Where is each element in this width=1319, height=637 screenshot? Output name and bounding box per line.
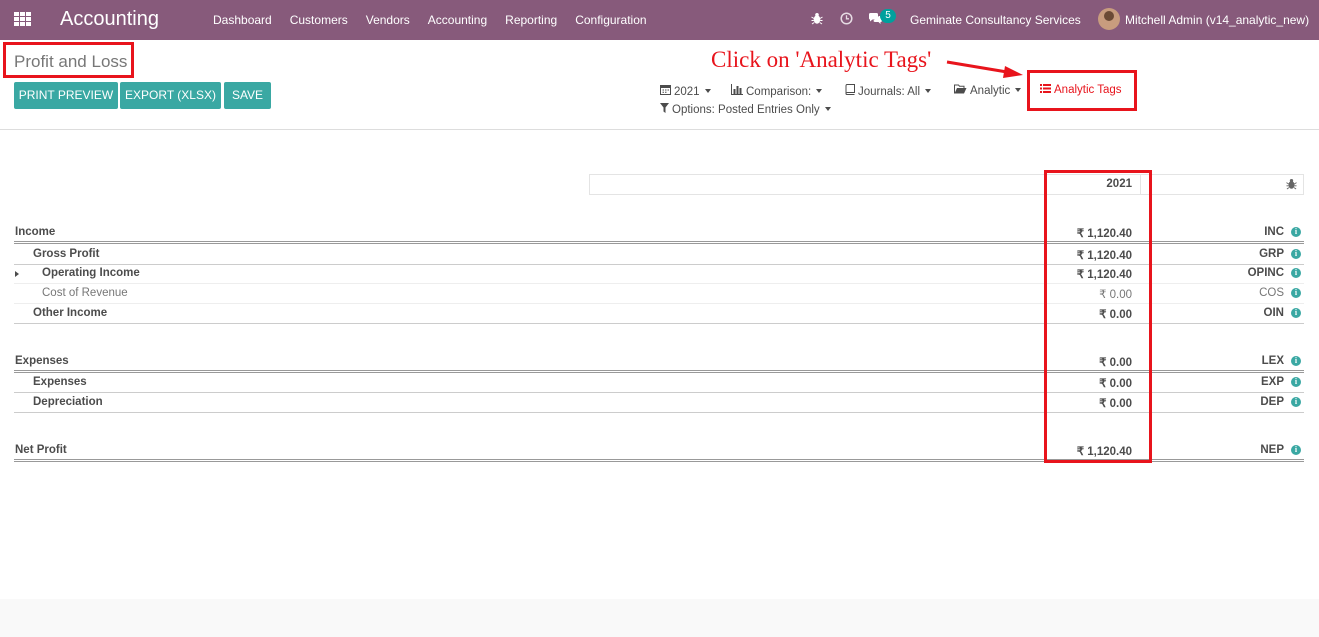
analytic-filter[interactable]: Analytic (954, 84, 1022, 99)
chevron-down-icon (925, 89, 932, 93)
folder-open-icon (954, 84, 967, 99)
main-menu: Dashboard Customers Vendors Accounting R… (204, 0, 656, 40)
row-label: Depreciation (33, 396, 103, 408)
filter-icon (660, 103, 669, 118)
date-filter[interactable]: 2021 (660, 84, 711, 100)
row-code: LEX (1261, 355, 1284, 367)
app-title[interactable]: Accounting (60, 8, 159, 31)
row-label: Operating Income (42, 267, 140, 279)
info-icon[interactable]: i (1291, 308, 1301, 318)
chevron-down-icon (824, 107, 831, 111)
menu-accounting[interactable]: Accounting (419, 0, 496, 40)
menu-configuration[interactable]: Configuration (566, 0, 655, 40)
chevron-down-icon (816, 89, 823, 93)
journals-filter-label: Journals: All (858, 86, 921, 98)
menu-vendors[interactable]: Vendors (357, 0, 419, 40)
options-filter-label: Options: Posted Entries Only (672, 104, 820, 116)
book-icon (845, 84, 855, 100)
info-icon[interactable]: i (1291, 445, 1301, 455)
row-label: Expenses (15, 355, 69, 367)
apps-menu-icon[interactable] (14, 12, 31, 26)
info-icon[interactable]: i (1291, 268, 1301, 278)
title-highlight-box (3, 42, 134, 78)
row-code: NEP (1260, 444, 1284, 456)
comparison-filter-label: Comparison: (746, 86, 812, 98)
row-label: Cost of Revenue (42, 287, 128, 299)
menu-dashboard[interactable]: Dashboard (204, 0, 281, 40)
info-icon[interactable]: i (1291, 356, 1301, 366)
footer-band (0, 599, 1319, 637)
period-column-highlight-box (1044, 170, 1152, 463)
options-filter[interactable]: Options: Posted Entries Only (660, 103, 831, 118)
annotation-callout: Click on 'Analytic Tags' (711, 47, 932, 72)
user-menu[interactable]: Mitchell Admin (v14_analytic_new) (1125, 13, 1309, 27)
menu-customers[interactable]: Customers (281, 0, 357, 40)
row-code: OPINC (1247, 267, 1284, 279)
report-column-header (589, 174, 1304, 195)
row-code: DEP (1260, 396, 1284, 408)
print-preview-button[interactable]: PRINT PREVIEW (14, 82, 118, 109)
calendar-icon (660, 84, 671, 100)
info-icon[interactable]: i (1291, 397, 1301, 407)
row-label: Other Income (33, 307, 108, 319)
chevron-down-icon (1015, 88, 1022, 92)
export-xlsx-button[interactable]: EXPORT (XLSX) (120, 82, 221, 109)
date-filter-label: 2021 (674, 86, 700, 98)
info-icon[interactable]: i (1291, 249, 1301, 259)
avatar[interactable] (1098, 8, 1120, 30)
row-label: Gross Profit (33, 248, 100, 260)
row-code: EXP (1260, 376, 1284, 388)
row-label: Net Profit (15, 444, 67, 456)
analytic-tags-highlight-box (1027, 70, 1137, 111)
save-button[interactable]: SAVE (224, 82, 271, 109)
chevron-down-icon (704, 89, 711, 93)
bug-icon[interactable] (1286, 178, 1297, 193)
annotation-arrow-icon (946, 60, 1023, 78)
menu-reporting[interactable]: Reporting (496, 0, 566, 40)
info-icon[interactable]: i (1291, 377, 1301, 387)
row-label: Expenses (33, 376, 87, 388)
row-code: GRP (1259, 248, 1284, 260)
clock-icon[interactable] (840, 12, 853, 28)
message-count-badge: 5 (880, 9, 896, 23)
control-panel-divider (0, 129, 1319, 130)
row-code: COS (1259, 287, 1284, 299)
row-label: Income (15, 226, 56, 238)
row-code: OIN (1263, 307, 1284, 319)
bar-chart-icon (731, 84, 743, 100)
info-icon[interactable]: i (1291, 227, 1301, 237)
analytic-filter-label: Analytic (970, 85, 1011, 97)
info-icon[interactable]: i (1291, 288, 1301, 298)
row-code: INC (1264, 226, 1284, 238)
bug-icon[interactable] (811, 12, 823, 28)
journals-filter[interactable]: Journals: All (845, 84, 932, 100)
company-switcher[interactable]: Geminate Consultancy Services (910, 13, 1081, 27)
comparison-filter[interactable]: Comparison: (731, 84, 823, 100)
top-navbar: Accounting Dashboard Customers Vendors A… (0, 0, 1319, 40)
caret-right-icon[interactable] (15, 271, 19, 277)
